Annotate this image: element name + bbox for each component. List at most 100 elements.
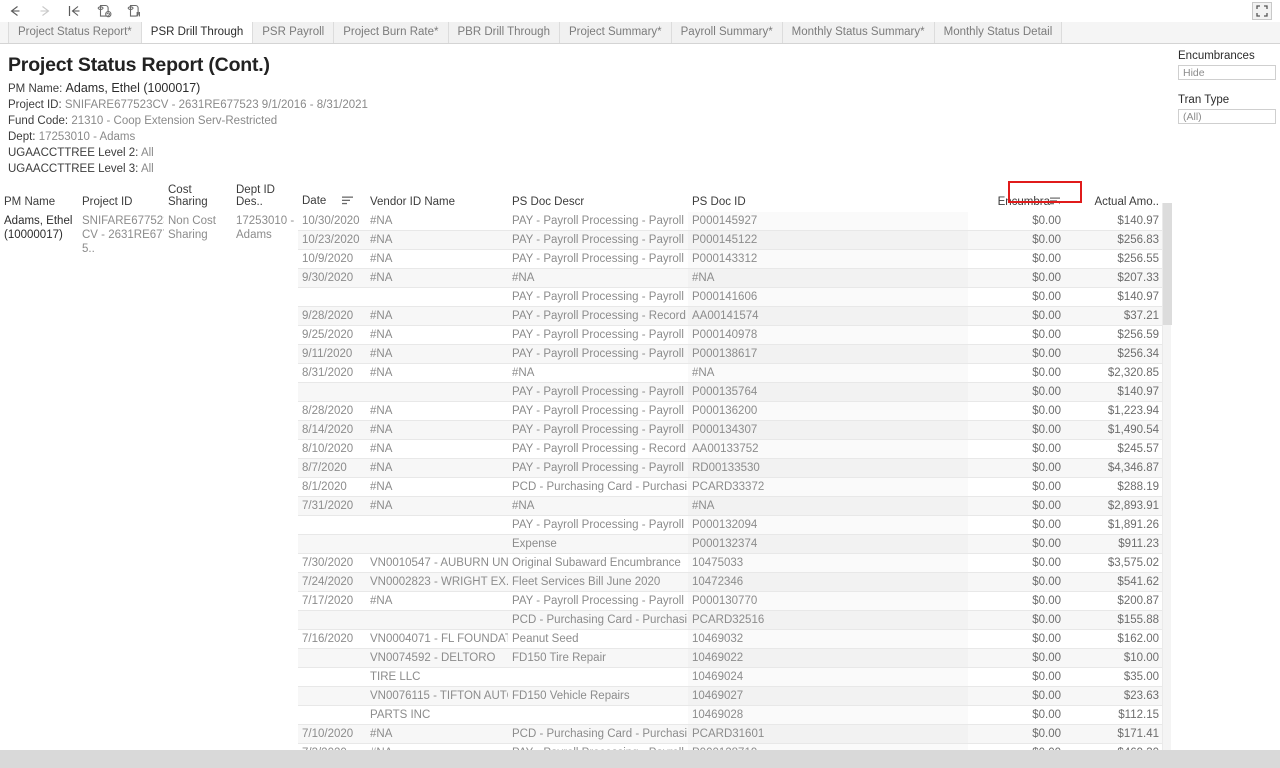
meta-level2-value: All <box>140 147 154 159</box>
cell-encumbrance: $0.00 <box>968 306 1065 326</box>
cell-actual-amount: $288.19 <box>1065 477 1163 497</box>
filter-tran-type-label: Tran Type <box>1178 94 1230 106</box>
cell-ps-doc-descr: PCD - Purchasing Card - Purchasi.. <box>508 477 688 497</box>
table-row[interactable]: Adams, Ethel (10000017) SNIFARE677523 CV - … <box>0 212 1163 750</box>
column-header-dept-id-desc[interactable]: Dept ID Des.. <box>232 182 298 212</box>
cell-encumbrance: $0.00 <box>968 477 1065 497</box>
cell-ps-doc-id: 10469024 <box>688 667 968 687</box>
cell-encumbrance: $0.00 <box>968 534 1065 554</box>
cell-encumbrance: $0.00 <box>968 325 1065 345</box>
tab-project-status-report[interactable]: Project Status Report* <box>8 22 142 43</box>
column-header-date[interactable]: Date <box>298 182 366 212</box>
column-header-project-id[interactable]: Project ID <box>78 182 164 212</box>
cell-date: 9/28/2020 <box>298 306 366 326</box>
tab-monthly-status-detail[interactable]: Monthly Status Detail <box>933 22 1063 43</box>
fullscreen-icon[interactable] <box>1252 2 1272 20</box>
meta-level2: UGAACCTTREE Level 2: All <box>8 145 1170 161</box>
cell-date: 9/25/2020 <box>298 325 366 345</box>
tab-project-burn-rate[interactable]: Project Burn Rate* <box>333 22 449 43</box>
column-header-actual-amount[interactable]: Actual Amo.. <box>1065 182 1163 212</box>
cell-date: 7/30/2020 <box>298 553 366 573</box>
cell-ps-doc-id: 10469032 <box>688 629 968 649</box>
cell-vendor-id-name <box>366 515 508 535</box>
tab-payroll-summary[interactable]: Payroll Summary* <box>670 22 783 43</box>
cell-date: 10/9/2020 <box>298 249 366 269</box>
cell-ps-doc-id: 10475033 <box>688 553 968 573</box>
tab-project-summary[interactable]: Project Summary* <box>558 22 672 43</box>
cell-ps-doc-id: AA00141574 <box>688 306 968 326</box>
column-header-cost-sharing[interactable]: Cost Sharing <box>164 182 232 212</box>
cell-ps-doc-descr: PAY - Payroll Processing - Payroll .. <box>508 420 688 440</box>
cell-date <box>298 287 366 307</box>
cell-encumbrance: $0.00 <box>968 667 1065 687</box>
cell-ps-doc-descr: Expense <box>508 534 688 554</box>
meta-level3-label: UGAACCTTREE Level 3: <box>8 163 139 175</box>
revert-all-icon[interactable] <box>60 0 90 22</box>
tab-psr-drill-through[interactable]: PSR Drill Through <box>140 22 254 43</box>
meta-pm-name-value: Adams, Ethel (1000017) <box>65 81 201 95</box>
meta-dept-label: Dept: <box>8 131 36 143</box>
refresh-data-icon[interactable] <box>90 0 120 22</box>
cell-encumbrance: $0.00 <box>968 686 1065 706</box>
cell-date: 8/31/2020 <box>298 363 366 383</box>
meta-pm-name: PM Name: Adams, Ethel (1000017) <box>8 80 1170 97</box>
data-table: PM Name Project ID Cost Sharing Dept ID … <box>0 182 1163 750</box>
meta-fund-code-value: 21310 - Coop Extension Serv-Restricted <box>71 115 278 127</box>
cell-ps-doc-id: #NA <box>688 268 968 288</box>
tab-monthly-status-summary[interactable]: Monthly Status Summary* <box>781 22 935 43</box>
sort-descending-icon[interactable] <box>342 196 354 208</box>
cell-vendor-id-name: #NA <box>366 401 508 421</box>
filter-encumbrances-label: Encumbrances <box>1178 50 1255 62</box>
cell-ps-doc-descr: PAY - Payroll Processing - Payroll .. <box>508 212 688 231</box>
cell-actual-amount: $256.55 <box>1065 249 1163 269</box>
cell-ps-doc-id: PCARD31601 <box>688 724 968 744</box>
tab-pbr-drill-through[interactable]: PBR Drill Through <box>447 22 560 43</box>
sort-icon-encumbrance[interactable] <box>1050 196 1061 208</box>
cell-vendor-id-name <box>366 610 508 630</box>
cell-date <box>298 382 366 402</box>
column-header-ps-doc-descr[interactable]: PS Doc Descr <box>508 182 688 212</box>
meta-project-id-label: Project ID: <box>8 99 62 111</box>
cell-ps-doc-descr: FD150 Vehicle Repairs <box>508 686 688 706</box>
forward-arrow-icon[interactable] <box>30 0 60 22</box>
cell-actual-amount: $200.87 <box>1065 591 1163 611</box>
tab-psr-payroll[interactable]: PSR Payroll <box>252 22 335 43</box>
cell-ps-doc-id: P000140978 <box>688 325 968 345</box>
back-arrow-icon[interactable] <box>0 0 30 22</box>
cell-vendor-id-name <box>366 287 508 307</box>
cell-date <box>298 515 366 535</box>
meta-level3-value: All <box>140 163 154 175</box>
cell-actual-amount: $112.15 <box>1065 705 1163 725</box>
cell-vendor-id-name: TIRE LLC <box>366 667 508 687</box>
cell-encumbrance: $0.00 <box>968 439 1065 459</box>
cell-encumbrance: $0.00 <box>968 553 1065 573</box>
vertical-scrollbar-thumb[interactable] <box>1163 203 1172 325</box>
filter-encumbrances-dropdown[interactable]: Hide <box>1178 65 1276 80</box>
pause-updates-icon[interactable] <box>120 0 150 22</box>
cell-ps-doc-id: RD00133530 <box>688 458 968 478</box>
cell-date <box>298 705 366 725</box>
cell-ps-doc-id: P000135764 <box>688 382 968 402</box>
cell-encumbrance: $0.00 <box>968 610 1065 630</box>
cell-encumbrance: $0.00 <box>968 496 1065 516</box>
column-header-encumbrance[interactable]: Encumbra <box>968 182 1065 212</box>
column-header-pm-name[interactable]: PM Name <box>0 182 78 212</box>
filter-tran-type-dropdown[interactable]: (All) <box>1178 109 1276 124</box>
cell-actual-amount: $37.21 <box>1065 306 1163 326</box>
cell-ps-doc-id: P000134307 <box>688 420 968 440</box>
column-header-ps-doc-id[interactable]: PS Doc ID <box>688 182 968 212</box>
cell-encumbrance: $0.00 <box>968 724 1065 744</box>
cell-ps-doc-id: P000138617 <box>688 344 968 364</box>
cell-vendor-id-name: #NA <box>366 268 508 288</box>
cell-ps-doc-id: PCARD32516 <box>688 610 968 630</box>
cell-actual-amount: $35.00 <box>1065 667 1163 687</box>
cell-ps-doc-descr: PAY - Payroll Processing - Payroll .. <box>508 344 688 364</box>
cell-actual-amount: $162.00 <box>1065 629 1163 649</box>
cell-ps-doc-id: #NA <box>688 363 968 383</box>
cell-ps-doc-id: P000145122 <box>688 230 968 250</box>
vertical-scrollbar[interactable] <box>1162 203 1172 750</box>
cell-ps-doc-descr: PAY - Payroll Processing - Payroll .. <box>508 382 688 402</box>
cell-actual-amount: $1,891.26 <box>1065 515 1163 535</box>
column-header-vendor-id-name[interactable]: Vendor ID Name <box>366 182 508 212</box>
cell-ps-doc-id: P000130770 <box>688 591 968 611</box>
